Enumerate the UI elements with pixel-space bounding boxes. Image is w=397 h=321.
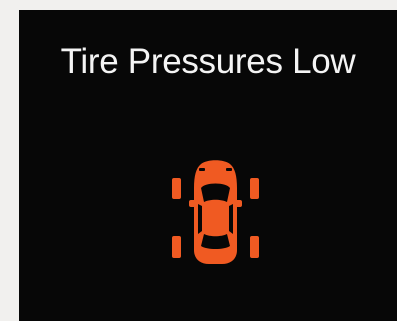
roof-icon <box>205 204 226 233</box>
rear-window-icon <box>201 234 230 249</box>
car-tire-pressure-icon <box>172 160 259 264</box>
right-side-window-icon <box>229 204 233 234</box>
rear-left-tire-icon <box>172 236 181 258</box>
warning-title: Tire Pressures Low <box>60 42 356 81</box>
front-left-tire-icon <box>172 178 181 199</box>
windshield-icon <box>201 183 230 202</box>
instrument-cluster-display: Tire Pressures Low <box>19 10 397 321</box>
rear-right-tire-icon <box>250 236 259 258</box>
left-side-window-icon <box>198 204 202 234</box>
front-right-tire-icon <box>250 178 259 199</box>
